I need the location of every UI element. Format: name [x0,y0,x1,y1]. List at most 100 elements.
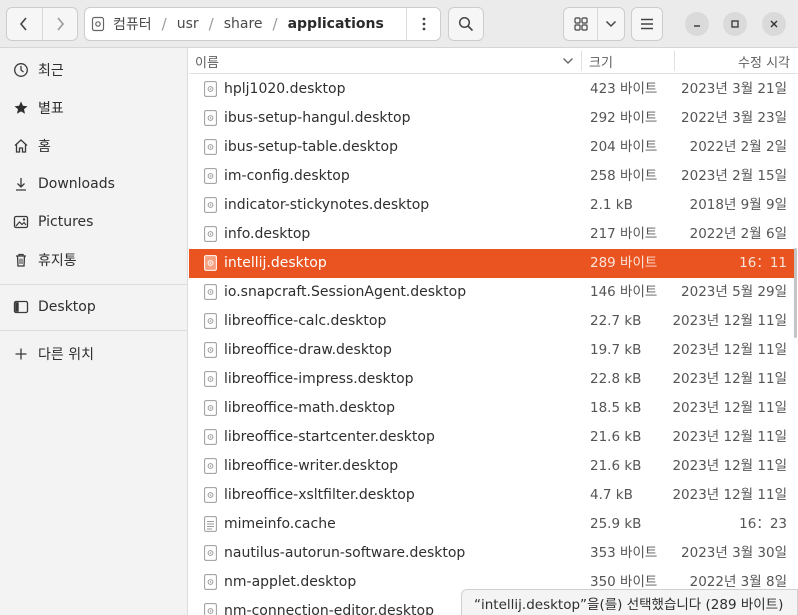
column-divider [581,51,582,71]
column-modified[interactable]: 수정 시각 [738,48,790,74]
sidebar-item-desktop[interactable]: Desktop [0,290,188,324]
file-row[interactable]: indicator-stickynotes.desktop 2.1 kB 2018년… [189,191,795,220]
file-modified: 2023년 2월 15일 [681,168,787,184]
path-separator: / [161,15,167,33]
trash-icon [12,251,30,269]
vertical-dots-icon [422,17,425,31]
chevron-right-icon [57,17,65,31]
path-segment-share[interactable]: share [218,8,269,40]
sidebar-item-home[interactable]: 홈 [0,129,188,163]
file-size: 289 바이트 [590,255,658,271]
desktop-file-icon [204,81,217,97]
file-row[interactable]: hplj1020.desktop 423 바이트 2023년 3월 21일 [189,75,795,104]
sidebar-item-label: 다른 위치 [38,347,94,363]
file-row[interactable]: io.snapcraft.SessionAgent.desktop 146 바이트… [189,278,795,307]
desktop-file-icon [204,342,217,358]
column-modified-label: 수정 시각 [738,55,790,71]
file-modified: 2018년 9월 9일 [689,197,787,213]
file-row[interactable]: ibus-setup-hangul.desktop 292 바이트 2022년 3월… [189,104,795,133]
sidebar-item-pictures[interactable]: Pictures [0,205,188,239]
file-size: 18.5 kB [590,400,642,416]
search-button[interactable] [448,7,484,41]
path-root[interactable]: 컴퓨터 [85,8,158,40]
file-row[interactable]: mimeinfo.cache 25.9 kB 16：23 [189,510,795,539]
file-row[interactable]: im-config.desktop 258 바이트 2023년 2월 15일 [189,162,795,191]
path-segment-usr[interactable]: usr [171,8,205,40]
minimize-button[interactable] [685,12,709,36]
file-row[interactable]: info.desktop 217 바이트 2022년 2월 6일 [189,220,795,249]
file-modified: 16：11 [739,255,787,271]
desktop-file-icon [204,226,217,242]
sidebar-item-trash[interactable]: 휴지통 [0,243,188,277]
file-modified: 2023년 12월 11일 [672,458,787,474]
minimize-icon [694,25,700,27]
sidebar-divider [0,330,188,331]
file-modified: 2023년 12월 11일 [672,487,787,503]
file-row[interactable]: libreoffice-draw.desktop 19.7 kB 2023년 12월… [189,336,795,365]
desktop-file-icon [204,603,217,615]
sidebar-item-downloads[interactable]: Downloads [0,167,188,201]
sidebar-item-starred[interactable]: 별표 [0,91,188,125]
file-row[interactable]: libreoffice-impress.desktop 22.8 kB 2023년 … [189,365,795,394]
grid-view-button[interactable] [564,8,598,40]
file-row[interactable]: intellij.desktop 289 바이트 16：11 [189,249,795,278]
sidebar-item-label: 최근 [38,63,64,79]
file-modified: 2023년 3월 21일 [681,81,787,97]
path-menu-button[interactable] [406,8,440,40]
file-modified: 2022년 3월 23일 [681,110,787,126]
file-row[interactable]: libreoffice-writer.desktop 21.6 kB 2023년 1… [189,452,795,481]
sidebar: 최근 별표 홈 Downloads Pictures 휴지통 Desktop 다… [0,48,188,615]
file-size: 217 바이트 [590,226,658,242]
column-header: 이름 크기 수정 시각 [189,48,798,74]
sort-chevron-down-icon [563,58,573,64]
header-bar: 컴퓨터 / usr / share / applications [0,0,798,48]
hamburger-icon [641,18,653,30]
close-button[interactable] [762,12,786,36]
scrollbar[interactable] [794,248,797,338]
file-name: nm-connection-editor.desktop [224,603,434,615]
desktop-file-icon [204,139,217,155]
sidebar-item-label: Desktop [38,299,96,315]
grid-icon [573,17,588,31]
desktop-file-icon [204,255,217,271]
file-name: libreoffice-draw.desktop [224,342,392,358]
maximize-button[interactable] [723,12,747,36]
file-row[interactable]: libreoffice-calc.desktop 22.7 kB 2023년 12월… [189,307,795,336]
sidebar-item-label: Downloads [38,176,115,192]
file-name: libreoffice-xsltfilter.desktop [224,487,415,503]
file-size: 204 바이트 [590,139,658,155]
close-icon [770,20,778,28]
back-button[interactable] [7,8,42,40]
file-row[interactable]: libreoffice-xsltfilter.desktop 4.7 kB 2023… [189,481,795,510]
chevron-left-icon [20,17,28,31]
file-row[interactable]: nautilus-autorun-software.desktop 353 바이트… [189,539,795,568]
view-options-button[interactable] [598,8,624,40]
path-segment-applications[interactable]: applications [282,8,390,40]
file-modified: 2023년 12월 11일 [672,313,787,329]
sidebar-item-recent[interactable]: 최근 [0,53,188,87]
file-modified: 2022년 2월 2일 [689,139,787,155]
desktop-file-icon [204,313,217,329]
file-row[interactable]: ibus-setup-table.desktop 204 바이트 2022년 2월 … [189,133,795,162]
desktop-file-icon [204,458,217,474]
file-size: 146 바이트 [590,284,658,300]
file-name: hplj1020.desktop [224,81,346,97]
sidebar-item-other-locations[interactable]: 다른 위치 [0,337,188,371]
forward-button[interactable] [41,8,77,40]
desktop-file-icon [204,284,217,300]
column-name[interactable]: 이름 [195,48,579,74]
download-icon [12,175,30,193]
file-size: 25.9 kB [590,516,642,532]
file-row[interactable]: libreoffice-startcenter.desktop 21.6 kB 20… [189,423,795,452]
status-bubble: “intellij.desktop”을(를) 선택했습니다 (289 바이트) [461,589,798,615]
main-menu-button[interactable] [631,7,663,41]
file-modified: 2023년 12월 11일 [672,429,787,445]
desktop-file-icon [204,545,217,561]
file-row[interactable]: libreoffice-math.desktop 18.5 kB 2023년 12월… [189,394,795,423]
desktop-file-icon [204,371,217,387]
column-size[interactable]: 크기 [589,48,613,74]
desktop-file-icon [204,487,217,503]
file-size: 19.7 kB [590,342,642,358]
file-name: nautilus-autorun-software.desktop [224,545,466,561]
file-name: io.snapcraft.SessionAgent.desktop [224,284,467,300]
